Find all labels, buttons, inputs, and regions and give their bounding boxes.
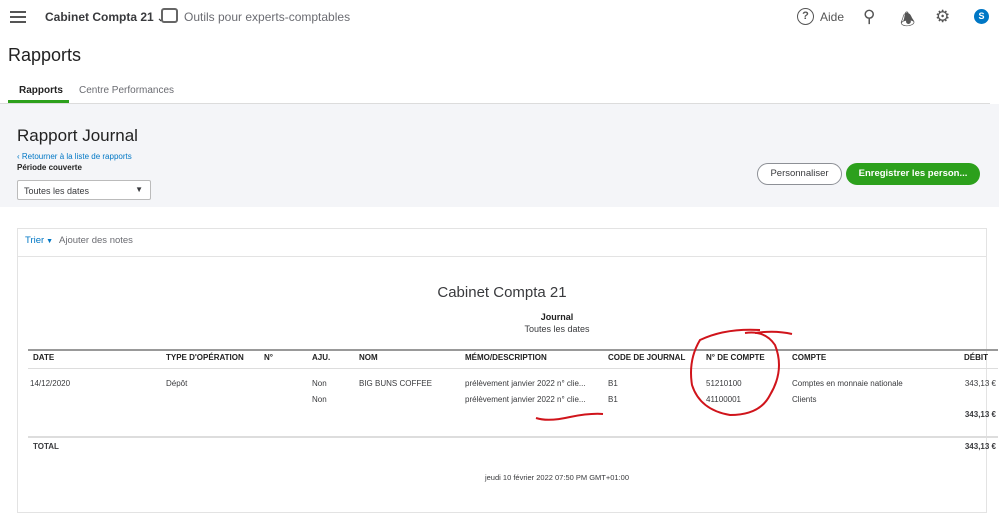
memo-underline-annotation [535, 412, 604, 421]
account-circle-annotation [690, 328, 793, 417]
red-annotation [535, 328, 793, 421]
